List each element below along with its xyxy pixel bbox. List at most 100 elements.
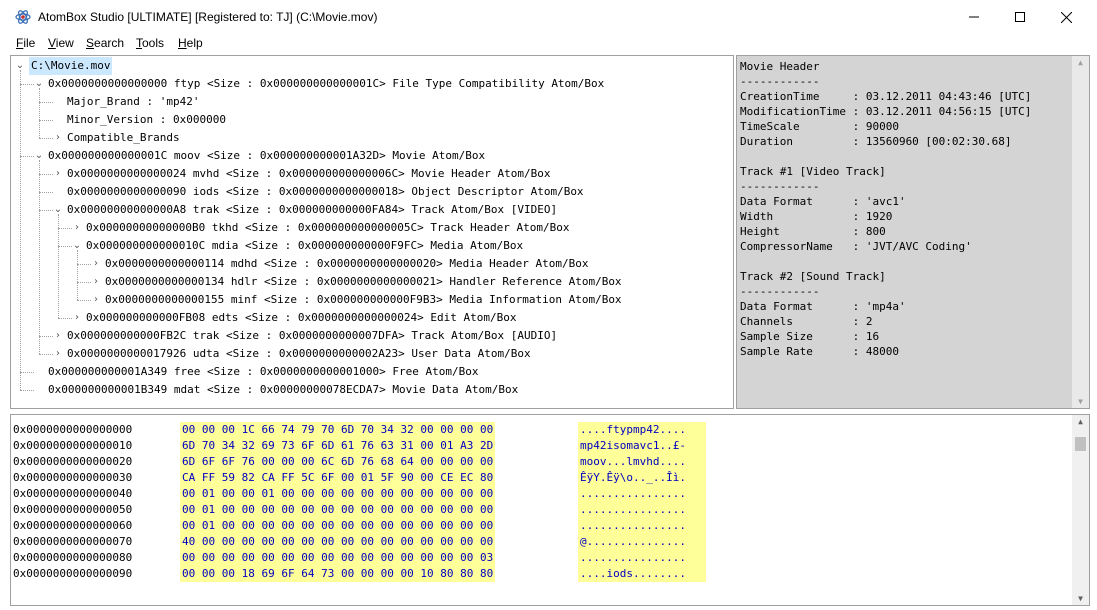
tree-node[interactable]: Minor_Version : 0x000000 [67, 111, 226, 129]
hex-bytes[interactable]: 6D 6F 6F 76 00 00 00 6C 6D 76 68 64 00 0… [180, 454, 496, 470]
tree-connector [20, 372, 34, 373]
hex-ascii[interactable]: ....iods........ [578, 566, 706, 582]
hex-ascii[interactable]: moov...lmvhd.... [578, 454, 706, 470]
expand-chevron-icon[interactable]: › [53, 165, 63, 183]
expand-chevron-icon[interactable]: › [53, 129, 63, 147]
tree-guide [39, 160, 40, 354]
hex-bytes[interactable]: CA FF 59 82 CA FF 5C 6F 00 01 5F 90 00 C… [180, 470, 496, 486]
info-line: Sample Size : 16 [740, 330, 880, 343]
hex-ascii[interactable]: ................ [578, 518, 706, 534]
atom-icon [15, 9, 31, 25]
hex-ascii[interactable]: ................ [578, 486, 706, 502]
tree-node[interactable]: 0x00000000000000A8 trak <Size : 0x000000… [67, 201, 557, 219]
tree-node[interactable]: 0x0000000000017926 udta <Size : 0x000000… [67, 345, 531, 363]
hex-ascii[interactable]: ................ [578, 502, 706, 518]
hex-offset: 0x0000000000000090 [13, 567, 133, 580]
tree-node[interactable]: C:\Movie.mov [29, 57, 113, 75]
tree-node[interactable]: 0x0000000000000090 iods <Size : 0x000000… [67, 183, 584, 201]
info-line: CompressorName : 'JVT/AVC Coding' [740, 240, 972, 253]
scroll-up-icon[interactable]: ▲ [1072, 417, 1089, 426]
tree-node[interactable]: 0x000000000001A349 free <Size : 0x000000… [48, 363, 478, 381]
hex-ascii[interactable]: mp42isomavc1..£- [578, 438, 706, 454]
scroll-up-icon[interactable]: ▲ [1072, 58, 1089, 67]
info-line: ------------ [740, 75, 820, 88]
expand-chevron-icon[interactable]: › [91, 273, 101, 291]
hex-offset: 0x0000000000000040 [13, 487, 133, 500]
expand-chevron-icon[interactable]: › [91, 255, 101, 273]
menu-search[interactable]: Search [86, 36, 124, 50]
expand-chevron-icon[interactable]: › [72, 219, 82, 237]
menu-file[interactable]: File [16, 36, 35, 50]
info-line: ------------ [740, 285, 820, 298]
tree-node[interactable]: 0x00000000000000B0 tkhd <Size : 0x000000… [86, 219, 569, 237]
maximize-button[interactable] [997, 0, 1043, 34]
hex-bytes[interactable]: 00 01 00 00 01 00 00 00 00 00 00 00 00 0… [180, 486, 496, 502]
tree-connector [58, 228, 72, 229]
hex-ascii[interactable]: ÊÿY.Êÿ\o.._..Îì. [578, 470, 706, 486]
tree-node[interactable]: 0x000000000001B349 mdat <Size : 0x000000… [48, 381, 518, 399]
tree-node[interactable]: 0x000000000000FB08 edts <Size : 0x000000… [86, 309, 516, 327]
tree-node[interactable]: Major_Brand : 'mp42' [67, 93, 199, 111]
hex-bytes[interactable]: 00 01 00 00 00 00 00 00 00 00 00 00 00 0… [180, 518, 496, 534]
tree-node[interactable]: Compatible_Brands [67, 129, 180, 147]
info-line: Movie Header [740, 60, 820, 73]
scroll-down-icon[interactable]: ▼ [1072, 594, 1089, 603]
tree-connector [20, 84, 34, 85]
info-line: Width : 1920 [740, 210, 893, 223]
menu-help[interactable]: Help [178, 36, 203, 50]
tree-connector [39, 102, 53, 103]
hex-bytes[interactable]: 00 00 00 00 00 00 00 00 00 00 00 00 00 0… [180, 550, 496, 566]
minimize-button[interactable] [951, 0, 997, 34]
tree-node[interactable]: 0x0000000000000134 hdlr <Size : 0x000000… [105, 273, 622, 291]
atom-tree[interactable]: ⌄ C:\Movie.mov ⌄ 0x0000000000000000 ftyp <S… [10, 55, 734, 409]
info-scrollbar[interactable]: ▲ ▼ [1072, 56, 1089, 408]
window-title: AtomBox Studio [ULTIMATE] [Registered to… [38, 10, 378, 24]
tree-node[interactable]: 0x0000000000000155 minf <Size : 0x000000… [105, 291, 622, 309]
hex-ascii[interactable]: ....ftypmp42.... [578, 422, 706, 438]
hex-row: 0x0000000000000020 6D 6F 6F 76 00 00 00 6… [11, 454, 1061, 470]
info-panel: ▲ ▼ Movie Header ------------ CreationTime… [736, 55, 1090, 409]
tree-node[interactable]: 0x0000000000000114 mdhd <Size : 0x000000… [105, 255, 588, 273]
expand-chevron-icon[interactable]: › [91, 291, 101, 309]
tree-node[interactable]: 0x0000000000000024 mvhd <Size : 0x000000… [67, 165, 550, 183]
expand-chevron-icon[interactable]: › [53, 345, 63, 363]
tree-node[interactable]: 0x0000000000000000 ftyp <Size : 0x000000… [48, 75, 604, 93]
hex-row: 0x0000000000000040 00 01 00 00 01 00 00 0… [11, 486, 1061, 502]
hex-row: 0x0000000000000030 CA FF 59 82 CA FF 5C 6… [11, 470, 1061, 486]
tree-node[interactable]: 0x000000000000FB2C trak <Size : 0x000000… [67, 327, 557, 345]
menu-view[interactable]: View [48, 36, 74, 50]
close-button[interactable] [1043, 0, 1089, 34]
tree-node[interactable]: 0x000000000000010C mdia <Size : 0x000000… [86, 237, 523, 255]
hex-ascii[interactable]: ................ [578, 550, 706, 566]
expand-chevron-icon[interactable]: › [53, 327, 63, 345]
info-line: Sample Rate : 48000 [740, 345, 899, 358]
tree-connector [39, 174, 53, 175]
hex-bytes[interactable]: 00 00 00 1C 66 74 79 70 6D 70 34 32 00 0… [180, 422, 496, 438]
hex-row: 0x0000000000000050 00 01 00 00 00 00 00 0… [11, 502, 1061, 518]
tree-connector [77, 282, 91, 283]
menu-tools[interactable]: Tools [136, 36, 164, 50]
hex-scrollbar[interactable]: ▲ ▼ [1072, 415, 1089, 605]
info-line: TimeScale : 90000 [740, 120, 899, 133]
minimize-icon [969, 16, 979, 18]
tree-connector [39, 138, 53, 139]
hex-bytes[interactable]: 6D 70 34 32 69 73 6F 6D 61 76 63 31 00 0… [180, 438, 496, 454]
expand-chevron-icon[interactable]: › [72, 309, 82, 327]
info-line: Data Format : 'avc1' [740, 195, 906, 208]
scroll-down-icon[interactable]: ▼ [1072, 397, 1089, 406]
hex-bytes[interactable]: 40 00 00 00 00 00 00 00 00 00 00 00 00 0… [180, 534, 496, 550]
tree-connector [20, 390, 34, 391]
menu-bar: File View Search Tools Help [0, 34, 1097, 54]
hex-offset: 0x0000000000000050 [13, 503, 133, 516]
hex-bytes[interactable]: 00 01 00 00 00 00 00 00 00 00 00 00 00 0… [180, 502, 496, 518]
tree-guide [58, 214, 59, 318]
hex-bytes[interactable]: 00 00 00 18 69 6F 64 73 00 00 00 00 10 8… [180, 566, 496, 582]
scroll-thumb[interactable] [1075, 437, 1086, 451]
hex-view[interactable]: ▲ ▼ 0x0000000000000000 00 00 00 1C 66 74 … [10, 414, 1090, 606]
hex-ascii[interactable]: @............... [578, 534, 706, 550]
tree-guide [77, 250, 78, 300]
tree-node[interactable]: 0x000000000000001C moov <Size : 0x000000… [48, 147, 485, 165]
hex-row: 0x0000000000000080 00 00 00 00 00 00 00 0… [11, 550, 1061, 566]
tree-connector [39, 354, 53, 355]
tree-connector [77, 300, 91, 301]
